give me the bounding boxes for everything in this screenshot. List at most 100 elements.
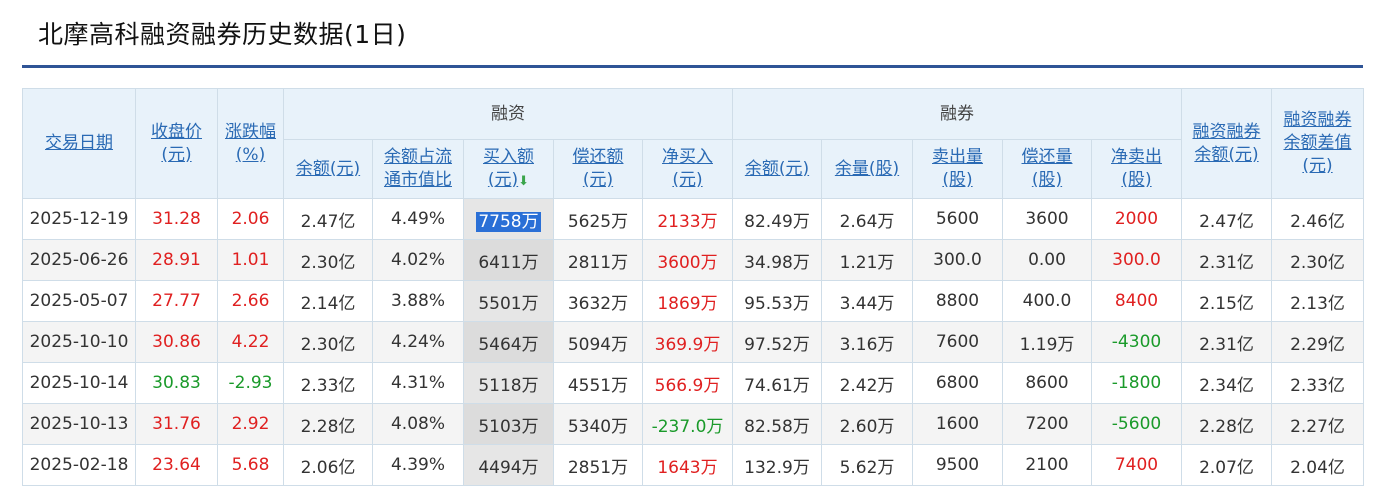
cell-rq-volume: 2.64万 (821, 198, 913, 240)
table-row: 2025-10-10 30.86 4.22 2.30亿 4.24% 5464万 5094万 3… (22, 321, 1364, 363)
col-header-close[interactable]: 收盘价 (元) (135, 88, 218, 199)
col-header-rq-repay[interactable]: 偿还量 (股) (1002, 139, 1092, 199)
cell-date: 2025-05-07 (22, 280, 136, 322)
cell-diff: 2.30亿 (1271, 239, 1364, 281)
table-row: 2025-10-14 30.83 -2.93 2.33亿 4.31% 5118万 4551万… (22, 362, 1364, 404)
cell-date: 2025-06-26 (22, 239, 136, 281)
date-sort-link[interactable]: 交易日期 (45, 133, 113, 153)
cell-rq-balance: 34.98万 (732, 239, 822, 281)
rq-net-sort-link[interactable]: 净卖出 (股) (1111, 147, 1162, 190)
rz-net-sort-link[interactable]: 净买入 (元) (662, 147, 713, 190)
cell-date: 2025-10-14 (22, 362, 136, 404)
table-row: 2025-12-19 31.28 2.06 2.47亿 4.49% 7758万 5625万 2… (22, 198, 1364, 240)
cell-rq-sell: 1600 (912, 403, 1003, 445)
cell-rq-sell: 7600 (912, 321, 1003, 363)
cell-rz-buy: 5103万 (463, 403, 554, 445)
cell-total: 2.07亿 (1181, 444, 1272, 486)
cell-rq-balance: 95.53万 (732, 280, 822, 322)
cell-rz-net: 2133万 (642, 198, 733, 240)
table-body: 2025-12-19 31.28 2.06 2.47亿 4.49% 7758万 5625万 2… (22, 198, 1364, 486)
table-row: 2025-02-18 23.64 5.68 2.06亿 4.39% 4494万 2851万 1… (22, 444, 1364, 486)
rq-balance-sort-link[interactable]: 余额(元) (745, 159, 809, 179)
total-unit: 余额(元) (1194, 144, 1259, 165)
cell-rz-ratio: 4.49% (372, 198, 464, 240)
cell-rz-balance: 2.30亿 (283, 239, 373, 281)
title-bar: 北摩高科融资融券历史数据(1日) (22, 0, 1363, 68)
diff-unit: (元) (1302, 156, 1333, 176)
cell-rq-volume: 3.16万 (821, 321, 913, 363)
close-label: 收盘价 (151, 121, 202, 142)
total-sort-link[interactable]: 融资融券 余额(元) (1193, 122, 1261, 165)
col-header-rq-net[interactable]: 净卖出 (股) (1091, 139, 1182, 199)
cell-rq-volume: 5.62万 (821, 444, 913, 486)
rq-repay-sort-link[interactable]: 偿还量 (股) (1022, 147, 1073, 190)
cell-rz-balance: 2.47亿 (283, 198, 373, 240)
table-row: 2025-06-26 28.91 1.01 2.30亿 4.02% 6411万 2811万 3… (22, 239, 1364, 281)
col-header-rz-ratio[interactable]: 余额占流 通市值比 (372, 139, 464, 199)
col-header-rz-buy[interactable]: 买入额 (元)⬇ (463, 139, 554, 199)
cell-rq-net: -4300 (1091, 321, 1182, 363)
col-header-rq-balance[interactable]: 余额(元) (732, 139, 822, 199)
col-header-rq-sell[interactable]: 卖出量 (股) (912, 139, 1003, 199)
cell-rz-repay: 5094万 (553, 321, 643, 363)
change-label: 涨跌幅 (225, 121, 276, 142)
cell-date: 2025-02-18 (22, 444, 136, 486)
cell-rz-repay: 4551万 (553, 362, 643, 404)
cell-rz-net: 1869万 (642, 280, 733, 322)
close-unit: (元) (161, 144, 192, 165)
cell-rq-repay: 2100 (1002, 444, 1092, 486)
rz-ratio-sort-link[interactable]: 余额占流 通市值比 (384, 147, 452, 190)
cell-rz-ratio: 4.39% (372, 444, 464, 486)
col-header-total[interactable]: 融资融券 余额(元) (1181, 88, 1272, 199)
cell-diff: 2.27亿 (1271, 403, 1364, 445)
rz-repay-sort-link[interactable]: 偿还额 (元) (573, 147, 624, 190)
arrow-down-icon: ⬇ (518, 173, 530, 189)
cell-rz-repay: 2811万 (553, 239, 643, 281)
cell-close: 28.91 (135, 239, 218, 281)
cell-rq-net: 7400 (1091, 444, 1182, 486)
page-title: 北摩高科融资融券历史数据(1日) (38, 19, 407, 49)
margin-trading-table: 交易日期 收盘价 (元) 涨跌幅 (%) 融资 融券 融资融券 余额(元) 融资融券余… (22, 88, 1364, 486)
cell-rq-balance: 82.49万 (732, 198, 822, 240)
cell-rq-volume: 2.42万 (821, 362, 913, 404)
cell-total: 2.28亿 (1181, 403, 1272, 445)
table-row: 2025-10-13 31.76 2.92 2.28亿 4.08% 5103万 5340万 -… (22, 403, 1364, 445)
col-header-diff[interactable]: 融资融券 余额差值 (元) (1271, 88, 1364, 199)
col-header-change[interactable]: 涨跌幅 (%) (217, 88, 284, 199)
cell-rq-balance: 74.61万 (732, 362, 822, 404)
col-header-rz-net[interactable]: 净买入 (元) (642, 139, 733, 199)
cell-rz-balance: 2.30亿 (283, 321, 373, 363)
cell-date: 2025-10-13 (22, 403, 136, 445)
group-header-margin: 融资 (283, 88, 733, 140)
rz-buy-label: 买入额 (483, 146, 534, 167)
change-sort-link[interactable]: 涨跌幅 (%) (225, 122, 276, 165)
cell-rq-sell: 5600 (912, 198, 1003, 240)
rq-sell-sort-link[interactable]: 卖出量 (股) (932, 147, 983, 190)
cell-rz-net: 3600万 (642, 239, 733, 281)
cell-rz-ratio: 4.24% (372, 321, 464, 363)
close-sort-link[interactable]: 收盘价 (元) (151, 122, 202, 165)
rz-buy-unit: (元) (487, 169, 519, 190)
diff-label-a: 融资融券 (1283, 110, 1352, 130)
cell-rq-balance: 82.58万 (732, 403, 822, 445)
cell-rq-net: 8400 (1091, 280, 1182, 322)
rz-balance-sort-link[interactable]: 余额(元) (296, 159, 360, 179)
cell-rq-sell: 8800 (912, 280, 1003, 322)
cell-rz-ratio: 4.31% (372, 362, 464, 404)
cell-rq-repay: 0.00 (1002, 239, 1092, 281)
cell-rq-sell: 300.0 (912, 239, 1003, 281)
col-header-date[interactable]: 交易日期 (22, 88, 136, 199)
col-header-rz-repay[interactable]: 偿还额 (元) (553, 139, 643, 199)
rq-net-unit: (股) (1121, 170, 1152, 190)
cell-rq-repay: 7200 (1002, 403, 1092, 445)
diff-sort-link[interactable]: 融资融券 余额差值 (元) (1284, 110, 1352, 176)
cell-rq-repay: 8600 (1002, 362, 1092, 404)
cell-rq-repay: 400.0 (1002, 280, 1092, 322)
cell-rz-buy: 5501万 (463, 280, 554, 322)
rq-volume-sort-link[interactable]: 余量(股) (835, 159, 899, 179)
cell-rq-repay: 3600 (1002, 198, 1092, 240)
cell-change: 2.06 (217, 198, 284, 240)
col-header-rq-volume[interactable]: 余量(股) (821, 139, 913, 199)
rq-sell-label: 卖出量 (932, 147, 983, 167)
col-header-rz-balance[interactable]: 余额(元) (283, 139, 373, 199)
